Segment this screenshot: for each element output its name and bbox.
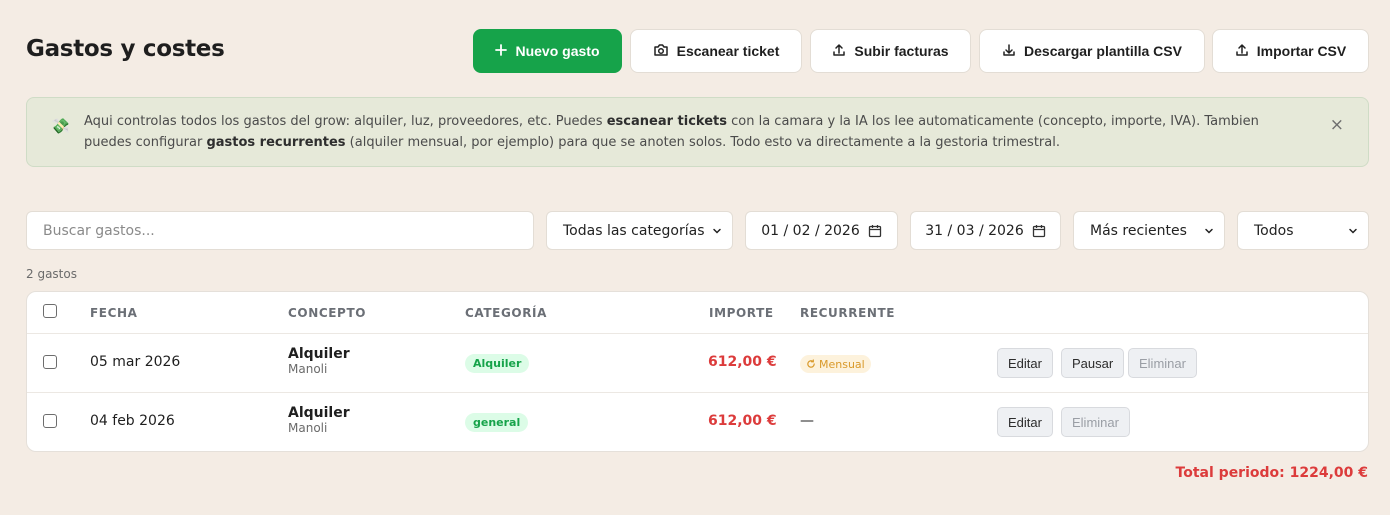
sort-select[interactable]: Más recientes [1073, 211, 1225, 250]
download-template-label: Descargar plantilla CSV [1024, 43, 1182, 59]
results-count: 2 gastos [26, 267, 77, 281]
row-checkbox[interactable] [43, 414, 57, 428]
import-csv-button[interactable]: Importar CSV [1212, 29, 1369, 73]
date-from-field[interactable]: 01 / 02 / 2026 [745, 211, 898, 250]
column-header-amount: IMPORTE [709, 306, 774, 320]
close-icon[interactable]: × [1330, 115, 1344, 135]
column-header-concept: CONCEPTO [288, 306, 367, 320]
scan-ticket-button[interactable]: Escanear ticket [630, 29, 802, 73]
recurrent-label: Mensual [819, 357, 865, 371]
sort-select-value: Más recientes [1090, 222, 1187, 239]
category-badge: general [465, 413, 529, 432]
concept-provider: Manoli [288, 421, 328, 435]
download-template-button[interactable]: Descargar plantilla CSV [979, 29, 1205, 73]
chevron-down-icon [1349, 228, 1357, 234]
calendar-icon [1032, 224, 1045, 237]
select-all-checkbox[interactable] [43, 304, 57, 318]
status-select[interactable]: Todos [1237, 211, 1369, 250]
banner-text: Aqui controlas todos los gastos del grow… [84, 114, 1259, 150]
expenses-table: FECHA CONCEPTO CATEGORÍA IMPORTE RECURRE… [26, 291, 1369, 452]
upload-icon [1235, 43, 1249, 60]
row-concept: Alquiler Manoli [288, 346, 350, 376]
period-total: Total periodo: 1224,00 € [1175, 465, 1368, 481]
row-amount: 612,00 € [708, 413, 777, 429]
delete-button[interactable]: Eliminar [1128, 348, 1197, 378]
info-banner: 💸 Aqui controlas todos los gastos del gr… [26, 97, 1369, 167]
import-csv-label: Importar CSV [1256, 43, 1347, 59]
date-to-value: 31 / 03 / 2026 [925, 222, 1024, 239]
category-select-value: Todas las categorías [563, 222, 705, 239]
money-icon: 💸 [51, 117, 70, 135]
camera-icon [653, 43, 669, 60]
refresh-icon [807, 359, 815, 368]
upload-icon [832, 43, 846, 60]
upload-invoices-label: Subir facturas [854, 43, 949, 59]
recurrent-badge: Mensual [800, 355, 871, 373]
download-icon [1002, 43, 1016, 60]
row-date: 04 feb 2026 [90, 413, 175, 429]
scan-ticket-label: Escanear ticket [676, 43, 780, 59]
column-header-category: CATEGORÍA [465, 306, 547, 320]
page-title: Gastos y costes [26, 36, 225, 62]
new-expense-label: Nuevo gasto [515, 43, 600, 59]
row-concept: Alquiler Manoli [288, 405, 350, 435]
column-header-recurrent: RECURRENTE [800, 306, 896, 320]
category-select[interactable]: Todas las categorías [546, 211, 733, 250]
upload-invoices-button[interactable]: Subir facturas [810, 29, 971, 73]
row-amount: 612,00 € [708, 354, 777, 370]
concept-name: Alquiler [288, 405, 350, 421]
table-header: FECHA CONCEPTO CATEGORÍA IMPORTE RECURRE… [27, 292, 1368, 334]
plus-icon [495, 43, 508, 59]
edit-button[interactable]: Editar [997, 348, 1053, 378]
concept-name: Alquiler [288, 346, 350, 362]
row-checkbox[interactable] [43, 355, 57, 369]
delete-button[interactable]: Eliminar [1061, 407, 1130, 437]
calendar-icon [868, 224, 881, 237]
search-input[interactable]: Buscar gastos... [26, 211, 534, 250]
status-select-value: Todos [1254, 222, 1294, 239]
pause-button[interactable]: Pausar [1061, 348, 1125, 378]
date-from-value: 01 / 02 / 2026 [761, 222, 860, 239]
chevron-down-icon [1205, 228, 1213, 234]
row-date: 05 mar 2026 [90, 354, 181, 370]
table-row: 04 feb 2026 Alquiler Manoli general 612,… [27, 393, 1368, 451]
category-badge: Alquiler [465, 354, 530, 373]
new-expense-button[interactable]: Nuevo gasto [473, 29, 622, 73]
date-to-field[interactable]: 31 / 03 / 2026 [910, 211, 1061, 250]
column-header-date: FECHA [90, 306, 138, 320]
chevron-down-icon [713, 228, 721, 234]
edit-button[interactable]: Editar [997, 407, 1053, 437]
recurrent-empty: — [800, 413, 814, 429]
table-row: 05 mar 2026 Alquiler Manoli Alquiler 612… [27, 334, 1368, 393]
concept-provider: Manoli [288, 362, 328, 376]
